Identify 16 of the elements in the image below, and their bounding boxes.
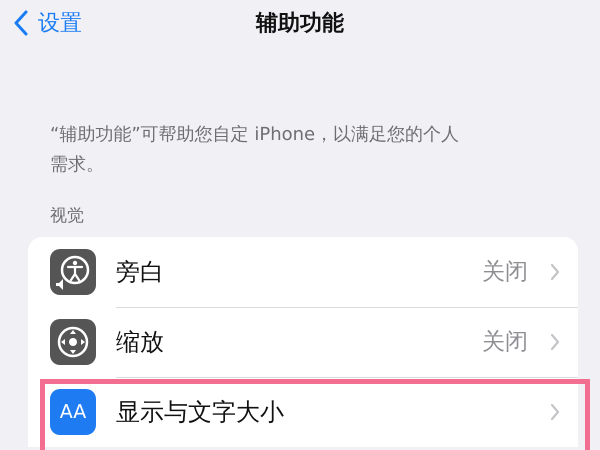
zoom-icon xyxy=(50,319,96,365)
screen-title: 辅助功能 xyxy=(256,10,344,38)
section-header: 视觉 xyxy=(50,205,85,227)
row-value: 关闭 xyxy=(482,258,528,287)
row-value: 关闭 xyxy=(482,328,528,357)
back-chevron-icon[interactable] xyxy=(14,10,28,36)
chevron-icon xyxy=(550,403,560,421)
accessibility-icon xyxy=(50,249,96,295)
row-label: 旁白 xyxy=(116,256,165,288)
back-button[interactable]: 设置 xyxy=(10,6,86,40)
text-size-icon: AA xyxy=(50,389,96,435)
row-label: 显示与文字大小 xyxy=(116,397,285,428)
chevron-icon xyxy=(550,332,560,350)
chevron-icon xyxy=(550,262,560,280)
description-text: “辅助功能”可帮助您自定 iPhone，以满足您的个人需求。 xyxy=(50,123,460,177)
row-label: 缩放 xyxy=(116,326,165,358)
